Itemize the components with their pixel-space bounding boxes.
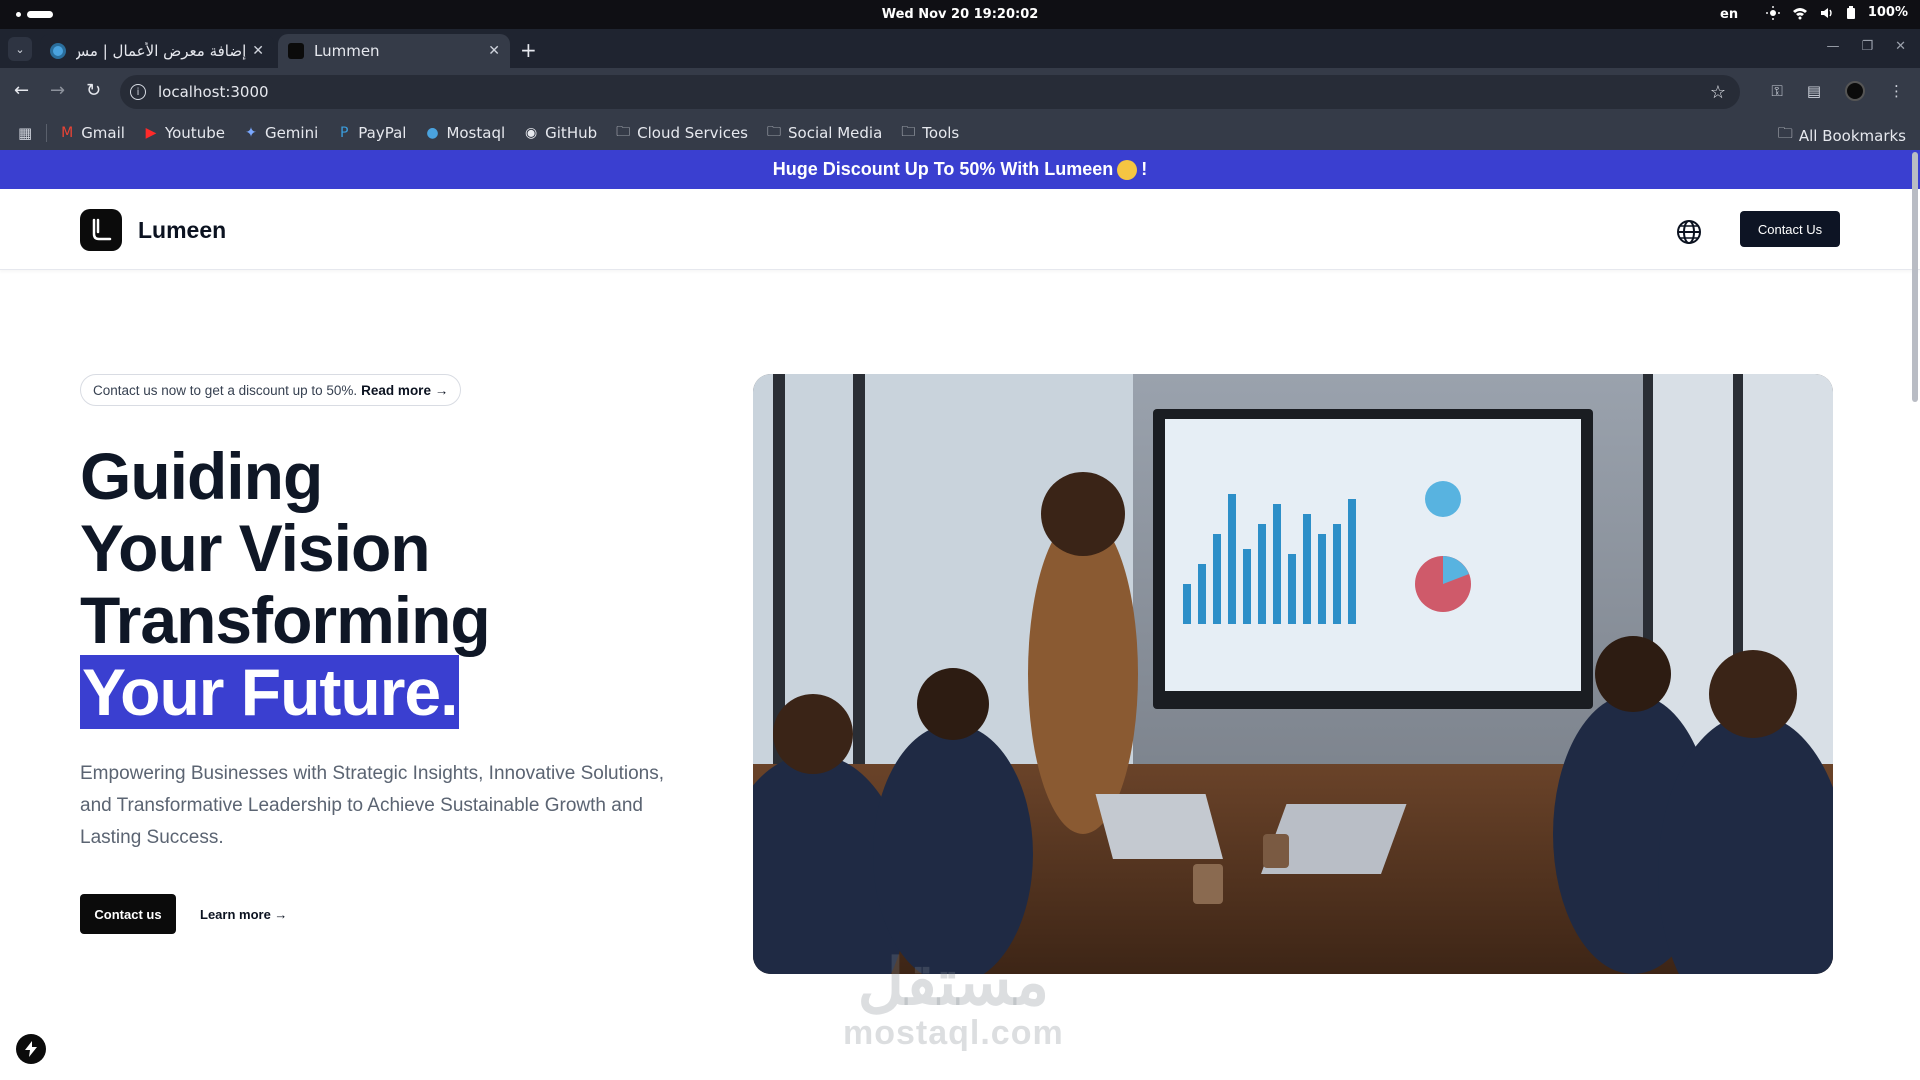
promo-exclamation: ! [1141,159,1148,179]
toolbar-actions: ⚿ ▤ ⋮ [1771,81,1904,101]
menu-kebab-icon[interactable]: ⋮ [1889,82,1904,100]
back-arrow-icon[interactable]: ← [14,80,29,101]
hero-description: Empowering Businesses with Strategic Ins… [80,763,665,848]
bookmark-youtube[interactable]: ▶ Youtube [143,124,225,142]
tab-lummen[interactable]: Lummen ✕ [278,34,510,68]
close-window-icon[interactable]: ✕ [1895,39,1906,54]
github-icon: ◉ [525,124,538,141]
brightness-icon [1765,5,1780,20]
hero-title: Guiding Your Vision Transforming Your Fu… [80,439,491,729]
bookmark-label: Cloud Services [637,123,748,142]
watermark-latin: mostaql.com [843,1014,1064,1052]
gmail-icon: M [61,124,74,141]
battery-level: 100% [1867,5,1908,20]
bookmark-label: Gmail [81,123,125,142]
bookmark-gemini[interactable]: ✦ Gemini [243,124,318,142]
wifi-icon [1792,6,1808,20]
tab-title: إضافة معرض الأعمال | مس [76,42,247,60]
mostaql-favicon-icon [50,43,66,59]
bookmark-label: GitHub [545,123,598,142]
keyboard-language[interactable]: en [1720,7,1738,22]
discount-note-text: Contact us now to get a discount up to 5… [93,382,358,398]
tab-mostaql[interactable]: إضافة معرض الأعمال | مس ✕ [40,34,274,68]
new-tab-plus-icon[interactable]: + [520,38,537,62]
site-info-icon[interactable]: i [130,84,146,100]
youtube-icon: ▶ [145,124,157,141]
address-bar[interactable]: i localhost:3000 ☆ [120,75,1740,109]
bookmark-star-icon[interactable]: ☆ [1710,82,1726,103]
paypal-icon: P [340,124,349,141]
hero-title-line: Your Vision [80,511,431,585]
bookmark-label: Tools [922,123,960,142]
folder-icon: 🗀 [616,123,631,140]
smile-emoji-icon [1117,159,1138,180]
lumeen-logo[interactable] [80,209,122,251]
bookmark-label: Gemini [264,123,319,142]
logo-mark-icon [92,218,112,241]
hero-title-line: Transforming [80,583,491,657]
bookmarks-bar: ▦ M Gmail ▶ Youtube ✦ Gemini P PayPal ● Mosta… [0,115,1920,150]
dev-tools-bolt-icon[interactable] [16,1034,46,1064]
bookmark-gmail[interactable]: M Gmail [59,124,125,142]
promo-banner: Huge Discount Up To 50% With Lumeen ! [0,150,1920,189]
bookmark-label: Social Media [788,123,883,142]
browser-toolbar: ← → ↻ i localhost:3000 ☆ ⚿ ▤ ⋮ [0,68,1920,115]
bookmark-label: Youtube [164,123,225,142]
all-bookmarks[interactable]: 🗀 All Bookmarks [1778,123,1906,148]
bookmark-mostaql[interactable]: ● Mostaql [424,124,505,142]
folder-icon: 🗀 [901,123,916,140]
bookmark-cloud-services[interactable]: 🗀 Cloud Services [615,121,748,145]
folder-icon: 🗀 [767,123,781,140]
volume-icon [1820,6,1834,20]
hero-title-line: Guiding [80,439,323,513]
bookmarks-divider [46,123,48,142]
hero-contact-button[interactable]: Contact us [80,894,176,934]
url-text[interactable]: localhost:3000 [158,83,1710,101]
apps-grid-icon[interactable]: ▦ [18,124,32,142]
mostaql-icon: ● [426,124,439,141]
bookmark-tools[interactable]: 🗀 Tools [900,121,959,145]
promo-text: Huge Discount Up To 50% With Lumeen [772,159,1114,179]
bookmark-social-media[interactable]: 🗀 Social Media [766,121,882,145]
reload-icon[interactable]: ↻ [86,80,101,101]
bookmark-label: PayPal [358,123,407,142]
close-tab-icon[interactable]: ✕ [252,43,264,59]
discount-note: Contact us now to get a discount up to 5… [80,374,462,406]
bookmark-label: Mostaql [446,123,506,142]
mostaql-watermark: مستقل mostaql.com [843,950,1064,1052]
system-tray[interactable]: 100% [1765,5,1908,20]
battery-icon [1846,5,1856,20]
clock[interactable]: Wed Nov 20 19:20:02 [0,7,1920,22]
bookmark-paypal[interactable]: P PayPal [336,124,406,142]
web-page: Huge Discount Up To 50% With Lumeen ! Lu… [0,150,1920,1080]
meeting-illustration [753,374,1833,974]
read-more-link[interactable]: Read more → [361,383,448,398]
all-bookmarks-label: All Bookmarks [1798,126,1906,145]
tab-title: Lummen [314,42,380,60]
reading-list-icon[interactable]: ▤ [1807,82,1821,100]
hero-meeting-image [753,374,1833,974]
bookmark-github[interactable]: ◉ GitHub [523,124,597,142]
lummen-favicon-icon [288,43,304,59]
language-globe-icon[interactable] [1676,219,1702,250]
gemini-icon: ✦ [245,124,257,141]
minimize-icon[interactable]: — [1826,39,1839,54]
password-key-icon[interactable]: ⚿ [1771,82,1782,100]
os-top-bar: Wed Nov 20 19:20:02 en 100% [0,0,1920,29]
learn-more-link[interactable]: Learn more → [200,894,287,934]
folder-icon: 🗀 [1777,124,1793,142]
watermark-arabic: مستقل [857,946,1050,1018]
brand-name[interactable]: Lumeen [138,217,226,244]
hero-title-highlight: Your Future. [80,655,460,729]
restore-icon[interactable]: ❐ [1861,39,1873,54]
header-contact-button[interactable]: Contact Us [1740,211,1840,247]
profile-avatar[interactable] [1845,81,1865,101]
close-tab-icon[interactable]: ✕ [488,43,500,59]
forward-arrow-icon[interactable]: → [50,80,65,101]
tab-search-chevron-icon[interactable]: ⌄ [8,37,32,61]
window-controls: — ❐ ✕ [1826,39,1906,54]
site-header: Lumeen Contact Us [0,189,1920,270]
browser-tabstrip: ⌄ إضافة معرض الأعمال | مس ✕ Lummen ✕ + —… [0,29,1920,68]
page-scrollbar[interactable] [1912,152,1918,402]
